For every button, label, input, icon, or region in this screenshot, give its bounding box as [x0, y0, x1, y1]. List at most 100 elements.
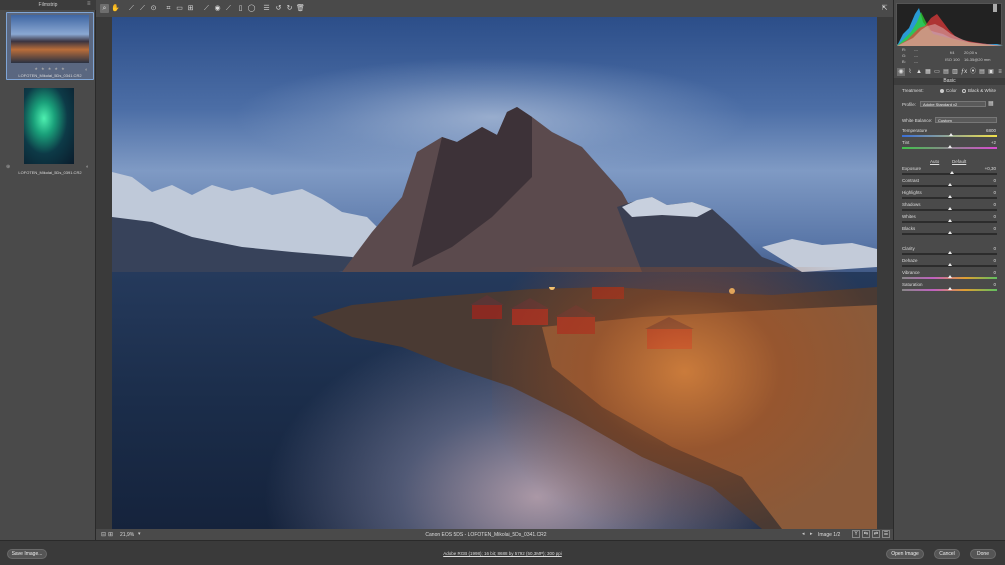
- slider-thumb-shadows[interactable]: [947, 207, 952, 210]
- toolbar: ⌕ ✋ ⟋ ⟋ ⊙ ⌗ ▭ ⊞ ⟋ ◉ ⟋ ▯ ◯ ☰ ↺ ↻ 🗑 ⇱: [96, 0, 893, 17]
- preview-preferences-icon[interactable]: ☰: [882, 530, 890, 538]
- slider-value-temperature[interactable]: 6800: [976, 128, 996, 133]
- slider-value-vibrance[interactable]: 0: [976, 270, 996, 275]
- tab-calibration-icon[interactable]: ⦿: [969, 68, 977, 76]
- filmstrip-panel: Filmstrip ≡ ★ ★ ★ ★ ★ LOFOTEN_Mikolai_5D…: [0, 0, 96, 540]
- workflow-options-link[interactable]: Adobe RGB (1998); 16 bit; 8688 by 5792 (…: [360, 551, 645, 556]
- tab-lens-icon[interactable]: ▤: [942, 68, 950, 76]
- default-link[interactable]: Default: [952, 159, 966, 164]
- slider-label-contrast: Contrast: [902, 178, 920, 183]
- panel-menu-icon[interactable]: ≡: [996, 68, 1004, 76]
- slider-value-dehaze[interactable]: 0: [976, 258, 996, 263]
- slider-label-clarity: Clarity: [902, 246, 915, 251]
- slider-thumb-whites[interactable]: [947, 219, 952, 222]
- slider-value-shadows[interactable]: 0: [976, 202, 996, 207]
- panel-title: Basic: [894, 78, 1005, 85]
- slider-thumb-blacks[interactable]: [947, 231, 952, 234]
- slider-value-highlights[interactable]: 0: [976, 190, 996, 195]
- done-button[interactable]: Done: [970, 549, 996, 559]
- rating-stars[interactable]: ★ ★ ★ ★ ★: [7, 66, 93, 71]
- slider-thumb-tint[interactable]: [948, 145, 953, 148]
- slider-thumb-highlights[interactable]: [947, 195, 952, 198]
- histogram-graph: [897, 4, 1003, 46]
- treatment-label: Treatment:: [902, 88, 924, 93]
- slider-value-clarity[interactable]: 0: [976, 246, 996, 251]
- bw-label: Black & White: [968, 88, 997, 93]
- bw-radio[interactable]: [962, 89, 966, 93]
- open-image-button[interactable]: Open Image: [886, 549, 924, 559]
- menu-icon[interactable]: ≡: [87, 1, 92, 7]
- chevron-down-icon[interactable]: ▾: [138, 531, 141, 537]
- save-image-button[interactable]: Save Image...: [7, 549, 47, 559]
- status-bar: Save Image... Adobe RGB (1998); 16 bit; …: [0, 540, 1005, 565]
- tab-transform-icon[interactable]: ▥: [951, 68, 959, 76]
- zoom-icon[interactable]: ⌕: [100, 4, 109, 13]
- slider-thumb-temperature[interactable]: [949, 133, 954, 136]
- slider-value-blacks[interactable]: 0: [976, 226, 996, 231]
- rotate-ccw-icon[interactable]: ↺: [274, 4, 283, 13]
- thumbnail-image: [11, 15, 89, 63]
- radial-filter-icon[interactable]: ◯: [247, 4, 256, 13]
- tab-basic-icon[interactable]: ◉: [897, 68, 905, 76]
- slider-label-temperature: Temperature: [902, 128, 928, 133]
- adjustment-brush-icon[interactable]: ⟋: [224, 4, 233, 13]
- slider-value-exposure[interactable]: +0,30: [976, 166, 996, 171]
- profile-browser-icon[interactable]: ▦: [988, 100, 994, 107]
- prev-image-icon[interactable]: ◂: [802, 531, 805, 537]
- profile-label: Profile:: [902, 102, 917, 107]
- zoom-level[interactable]: 21,9%: [120, 532, 134, 538]
- slider-value-saturation[interactable]: 0: [976, 282, 996, 287]
- crop-icon[interactable]: ⌗: [164, 4, 173, 13]
- slider-thumb-dehaze[interactable]: [947, 263, 952, 266]
- slider-thumb-clarity[interactable]: [947, 251, 952, 254]
- cancel-button[interactable]: Cancel: [934, 549, 960, 559]
- flag-icon[interactable]: ⊕: [6, 164, 10, 170]
- straighten-icon[interactable]: ▭: [175, 4, 184, 13]
- tab-snapshots-icon[interactable]: ▣: [987, 68, 995, 76]
- tab-detail-icon[interactable]: ▲: [915, 68, 923, 76]
- zoom-out-icon[interactable]: ⊟: [101, 531, 106, 538]
- tab-tone-curve-icon[interactable]: ⌇: [906, 68, 914, 76]
- filmstrip-thumb-1[interactable]: ★ ★ ★ ★ ★ LOFOTEN_Mikolai_5Ds_0341.CR2 ◐: [6, 12, 94, 80]
- target-adjust-icon[interactable]: ⊙: [149, 4, 158, 13]
- before-after-y-icon[interactable]: Y: [852, 530, 860, 538]
- panel-tabs: ◉ ⌇ ▲ ▦ ▭ ▤ ▥ ƒx ⦿ ▤ ▣ ≡: [896, 68, 1002, 77]
- color-radio[interactable]: [940, 89, 944, 93]
- trash-icon[interactable]: 🗑: [296, 4, 305, 13]
- fullscreen-icon[interactable]: ⇱: [880, 4, 889, 13]
- red-eye-icon[interactable]: ◉: [213, 4, 222, 13]
- hand-icon[interactable]: ✋: [111, 4, 120, 13]
- color-sampler-icon[interactable]: ⟋: [138, 4, 147, 13]
- spot-removal-icon[interactable]: ⟋: [202, 4, 211, 13]
- photo-preview[interactable]: [112, 17, 877, 529]
- thumb-filename: LOFOTEN_Mikolai_5Ds_0341.CR2: [18, 73, 82, 78]
- slider-value-tint[interactable]: +2: [976, 140, 996, 145]
- profile-select[interactable]: Adobe Standard v2: [920, 101, 986, 107]
- filmstrip-thumb-2[interactable]: LOFOTEN_Mikolai_5Ds_0391.CR2 ⊕ ◐: [6, 84, 94, 180]
- rotate-cw-icon[interactable]: ↻: [285, 4, 294, 13]
- white-balance-icon[interactable]: ⟋: [127, 4, 136, 13]
- tab-presets-icon[interactable]: ▤: [978, 68, 986, 76]
- tab-split-toning-icon[interactable]: ▭: [933, 68, 941, 76]
- auto-link[interactable]: Auto: [930, 159, 939, 164]
- slider-thumb-contrast[interactable]: [947, 183, 952, 186]
- slider-thumb-saturation[interactable]: [947, 287, 952, 290]
- graduated-filter-icon[interactable]: ▯: [236, 4, 245, 13]
- tab-hsl-icon[interactable]: ▦: [924, 68, 932, 76]
- thumbnail-image: [24, 88, 74, 164]
- zoom-in-icon[interactable]: ⊞: [108, 531, 113, 538]
- tab-effects-icon[interactable]: ƒx: [960, 68, 968, 76]
- next-image-icon[interactable]: ▸: [810, 531, 813, 537]
- before-after-toggle-icon[interactable]: ⇆: [862, 530, 870, 538]
- slider-label-dehaze: Dehaze: [902, 258, 918, 263]
- color-label: Color: [946, 88, 957, 93]
- preferences-icon[interactable]: ☰: [262, 4, 271, 13]
- slider-value-whites[interactable]: 0: [976, 214, 996, 219]
- swap-settings-icon[interactable]: ⇄: [872, 530, 880, 538]
- wb-select[interactable]: Custom: [935, 117, 997, 123]
- slider-thumb-vibrance[interactable]: [947, 275, 952, 278]
- slider-value-contrast[interactable]: 0: [976, 178, 996, 183]
- adjusted-icon: ◐: [85, 67, 89, 73]
- transform-icon[interactable]: ⊞: [186, 4, 195, 13]
- slider-thumb-exposure[interactable]: [950, 171, 955, 174]
